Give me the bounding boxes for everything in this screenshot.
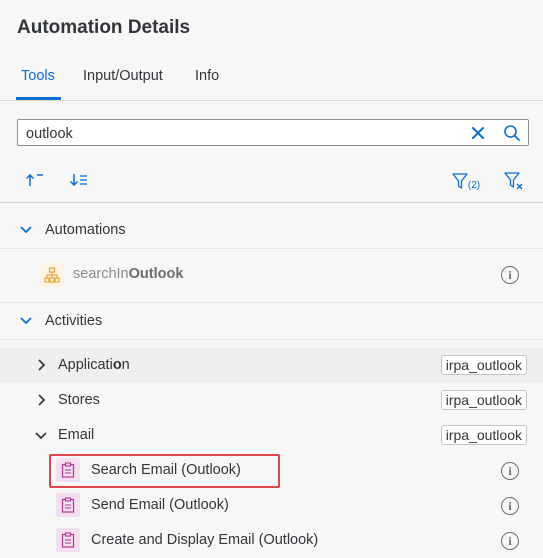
chevron-down-icon[interactable] <box>33 429 49 443</box>
group-label: Application <box>58 357 130 373</box>
active-tab-indicator <box>16 97 61 100</box>
automation-name-prefix: searchIn <box>73 266 129 282</box>
activity-label: Create and Display Email (Outlook) <box>91 532 319 548</box>
search-field <box>17 119 529 146</box>
package-badge: irpa_outlook <box>440 355 527 375</box>
highlight-box <box>49 454 280 488</box>
group-label-match: o <box>112 357 122 373</box>
automation-hierarchy-icon <box>40 263 64 287</box>
tab-input-output[interactable]: Input/Output <box>83 68 163 84</box>
search-icon[interactable] <box>502 123 522 143</box>
clipboard-icon <box>56 493 80 517</box>
automation-name: searchInOutlook <box>73 266 183 282</box>
sort-ascending-icon[interactable] <box>24 170 46 190</box>
activity-item-send-email[interactable]: Send Email (Outlook) i <box>0 488 543 523</box>
tab-bar: Tools Input/Output Info <box>0 60 543 101</box>
chevron-right-icon[interactable] <box>34 393 48 407</box>
activity-group-stores[interactable]: Stores irpa_outlook <box>0 383 543 418</box>
activity-item-create-display-email[interactable]: Create and Display Email (Outlook) i <box>0 523 543 558</box>
section-label: Activities <box>45 313 103 329</box>
clear-filter-icon[interactable] <box>503 169 525 193</box>
automation-name-match: Outlook <box>128 266 184 282</box>
chevron-right-icon[interactable] <box>34 358 48 372</box>
info-icon[interactable]: i <box>501 462 519 480</box>
info-icon[interactable]: i <box>501 497 519 515</box>
activity-group-application[interactable]: Application irpa_outlook <box>0 348 543 383</box>
group-label: Stores <box>58 392 100 408</box>
activity-group-email[interactable]: Email irpa_outlook <box>0 418 543 453</box>
package-badge: irpa_outlook <box>440 390 527 410</box>
search-input[interactable] <box>24 123 458 145</box>
tab-info[interactable]: Info <box>195 68 219 84</box>
filter-icon[interactable]: (2) <box>449 169 483 193</box>
info-icon[interactable]: i <box>501 532 519 550</box>
info-icon[interactable]: i <box>501 266 519 284</box>
package-badge: irpa_outlook <box>440 425 527 445</box>
filter-count: (2) <box>467 179 481 191</box>
section-label: Automations <box>45 222 126 238</box>
tab-tools[interactable]: Tools <box>21 68 55 84</box>
section-automations[interactable]: Automations <box>0 212 543 249</box>
activity-label: Send Email (Outlook) <box>91 497 229 513</box>
sort-descending-icon[interactable] <box>68 170 90 190</box>
page-title: Automation Details <box>17 17 191 38</box>
chevron-down-icon[interactable] <box>18 313 34 329</box>
group-label-pre: Applicati <box>58 357 113 373</box>
automation-item[interactable]: searchInOutlook i <box>0 257 543 293</box>
group-label: Email <box>58 427 95 443</box>
toolbar: (2) <box>0 160 543 203</box>
clear-icon[interactable] <box>469 124 487 142</box>
clipboard-icon <box>56 528 80 552</box>
chevron-down-icon[interactable] <box>18 222 34 238</box>
group-label-post: n <box>121 357 130 373</box>
section-activities[interactable]: Activities <box>0 302 543 340</box>
